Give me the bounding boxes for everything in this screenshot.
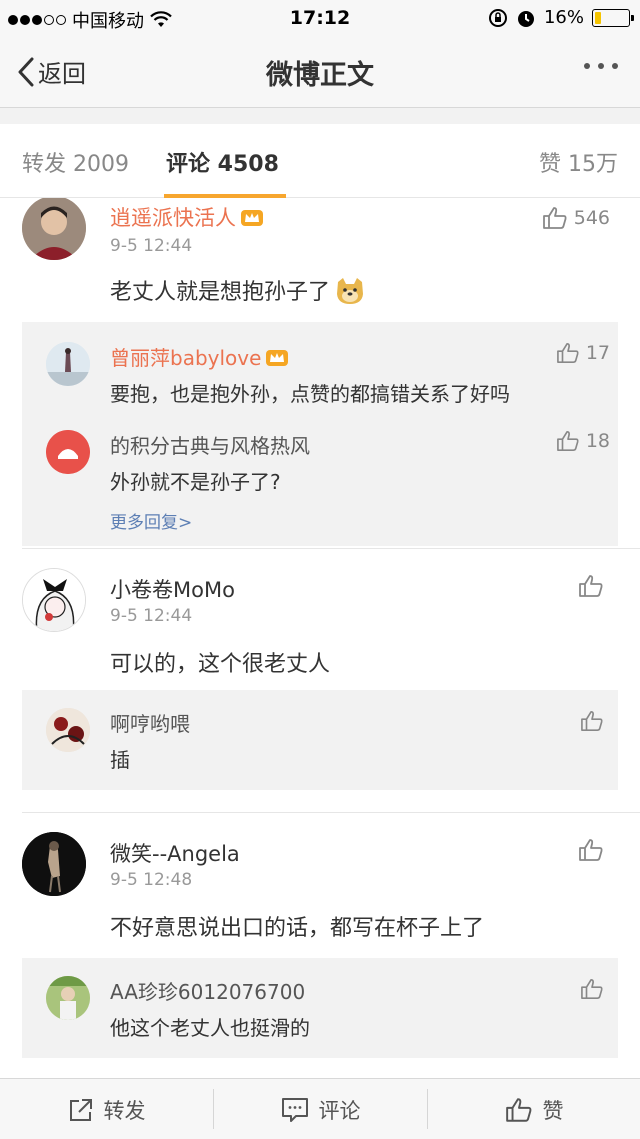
like-label: 赞	[542, 1098, 564, 1123]
rotation-lock-icon	[488, 8, 507, 27]
reply-box: 曾丽萍babylove 要抱，也是抱外孙，点赞的都搞错关系了好吗 17 的积分古…	[22, 322, 618, 546]
commenter-name[interactable]: 小卷卷MoMo	[110, 574, 235, 604]
page-title: 微博正文	[266, 60, 374, 91]
comment-date: 9-5 12:48	[110, 870, 193, 890]
like-count: 546	[573, 207, 610, 229]
tab-repost[interactable]: 转发 2009	[22, 146, 129, 178]
commenter-name[interactable]: 微笑--Angela	[110, 838, 240, 868]
reply-author[interactable]: 的积分古典与风格热风	[110, 430, 310, 459]
reply-text: 他这个老丈人也挺滑的	[110, 1016, 310, 1040]
reply-author[interactable]: AA珍珍6012076700	[110, 976, 305, 1005]
nav-bar: 返回 微博正文	[0, 36, 640, 108]
comment-text: 可以的，这个很老丈人	[110, 652, 331, 677]
thumbs-up-icon	[581, 711, 603, 731]
battery-percent: 16%	[543, 7, 584, 28]
commenter-name-text: 逍遥派快活人	[110, 206, 236, 230]
comment-date: 9-5 12:44	[110, 606, 193, 626]
avatar[interactable]	[46, 708, 90, 752]
tab-comments[interactable]: 评论 4508	[166, 146, 279, 178]
tab-likes[interactable]: 赞 15万	[539, 146, 618, 178]
doge-emoji-icon	[337, 278, 364, 304]
thumbs-up-icon	[556, 343, 579, 363]
reply-text: 插	[110, 748, 130, 772]
more-replies-link[interactable]: 更多回复>	[110, 508, 192, 533]
thumbs-up-icon	[579, 575, 603, 597]
like-count: 18	[585, 430, 610, 452]
avatar[interactable]	[22, 198, 86, 260]
comment-text: 老丈人就是想抱孙子了	[110, 274, 366, 306]
reply-author-text: 曾丽萍babylove	[110, 346, 262, 370]
comment-like-button[interactable]	[578, 838, 610, 862]
status-bar: 中国移动 17:12 16%	[0, 0, 640, 36]
divider	[22, 548, 640, 549]
vip-crown-icon	[241, 210, 263, 226]
vip-crown-icon	[266, 350, 289, 366]
thumbs-up-icon	[581, 979, 603, 999]
reply-like-button[interactable]	[580, 978, 610, 1000]
like-count: 17	[585, 342, 610, 364]
reply-box: AA珍珍6012076700 他这个老丈人也挺滑的	[22, 958, 618, 1058]
divider	[22, 812, 640, 813]
commenter-name[interactable]: 逍遥派快活人	[110, 202, 264, 232]
status-right: 16%	[488, 7, 634, 28]
avatar[interactable]	[22, 568, 86, 632]
comment-like-button[interactable]	[578, 574, 610, 598]
comment-button[interactable]: 评论	[214, 1079, 427, 1139]
thumbs-up-icon	[542, 207, 567, 229]
comment-text: 不好意思说出口的话，都写在杯子上了	[110, 916, 485, 941]
thumbs-up-icon	[556, 431, 579, 451]
reply-like-button[interactable]: 17	[556, 342, 610, 364]
tab-bar: 转发 2009 评论 4508 赞 15万	[0, 124, 640, 198]
comment-text-body: 老丈人就是想抱孙子了	[110, 280, 331, 305]
more-button[interactable]	[584, 63, 618, 69]
comment-icon	[281, 1097, 308, 1122]
comment-label: 评论	[318, 1098, 361, 1123]
reply-box: 啊哼哟喂 插	[22, 690, 618, 790]
reply-like-button[interactable]	[580, 710, 610, 732]
avatar[interactable]	[46, 976, 90, 1020]
repost-button[interactable]: 转发	[0, 1079, 213, 1139]
alarm-icon	[517, 10, 534, 27]
reply-text: 要抱，也是抱外孙，点赞的都搞错关系了好吗	[110, 382, 510, 406]
like-button[interactable]: 赞	[428, 1079, 640, 1139]
reply-like-button[interactable]: 18	[556, 430, 610, 452]
comment-list[interactable]: 逍遥派快活人 9-5 12:44 老丈人就是想抱孙子了 546 曾丽萍babyl…	[0, 198, 640, 1078]
avatar[interactable]	[46, 430, 90, 474]
avatar[interactable]	[46, 342, 90, 386]
thumbs-up-icon	[579, 839, 603, 861]
battery-icon	[592, 8, 634, 27]
repost-label: 转发	[103, 1098, 146, 1123]
comment-like-button[interactable]: 546	[542, 206, 610, 230]
avatar[interactable]	[22, 832, 86, 896]
thumbs-up-icon	[505, 1097, 531, 1122]
comment-date: 9-5 12:44	[110, 236, 193, 256]
reply-author[interactable]: 曾丽萍babylove	[110, 342, 289, 371]
reply-author[interactable]: 啊哼哟喂	[110, 708, 190, 737]
share-icon	[69, 1098, 92, 1121]
bottom-toolbar: 转发 评论 赞	[0, 1078, 640, 1139]
reply-text: 外孙就不是孙子了?	[110, 470, 281, 494]
